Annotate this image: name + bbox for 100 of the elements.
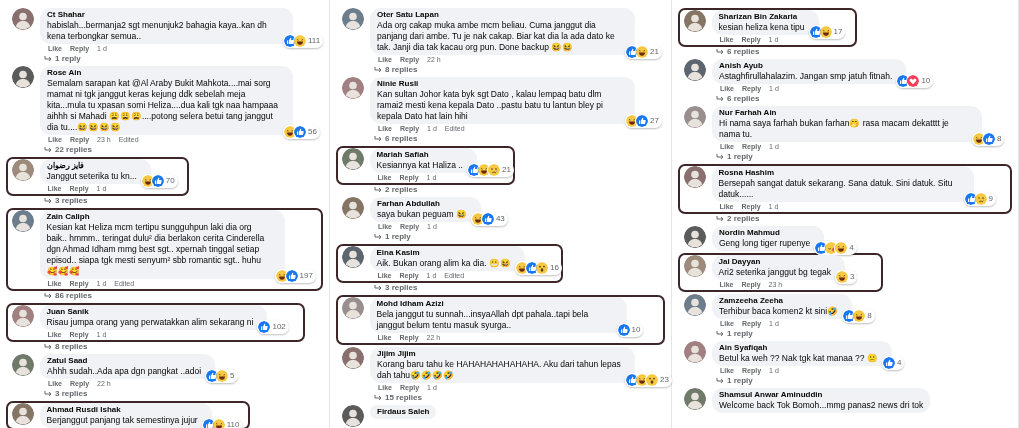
commenter-name[interactable]: Mariah Safiah	[376, 150, 463, 160]
avatar-icon[interactable]	[11, 159, 34, 181]
reaction-summary[interactable]: 102	[257, 320, 289, 334]
commenter-name[interactable]: Firdaus Saleh	[377, 407, 430, 417]
reaction-summary[interactable]: 10	[616, 323, 644, 337]
reaction-summary[interactable]: 9	[963, 192, 996, 206]
commenter-name[interactable]: فايز رضوان	[46, 161, 137, 171]
reaction-summary[interactable]: 4	[814, 241, 857, 255]
reaction-summary[interactable]: 197	[274, 269, 316, 283]
view-replies-link[interactable]: 1 reply	[342, 232, 411, 242]
avatar-icon[interactable]	[341, 297, 364, 319]
avatar-icon[interactable]	[11, 210, 34, 232]
view-replies-link[interactable]: 3 replies	[12, 196, 88, 206]
commenter-name[interactable]: Sharizan Bin Zakaria	[718, 12, 805, 22]
avatar-icon[interactable]	[342, 197, 364, 219]
view-replies-link[interactable]: 1 reply	[684, 329, 753, 339]
commenter-name[interactable]: Ain Syafiqah	[719, 343, 878, 353]
avatar-icon[interactable]	[12, 354, 34, 376]
reaction-summary[interactable]: 110	[201, 418, 243, 428]
comment-text: Ada org cakap muka ambe mcm beliau. Cuma janggut dia panjang dari ambe. Tu je nak cakap. Biar kat dia la ada dato ke tak. Janji dia tak kacau org pun. Done backup 😆😆	[377, 20, 616, 53]
commenter-name[interactable]: Ninie Rusli	[377, 79, 621, 89]
reaction-summary[interactable]: 16	[514, 261, 562, 275]
commenter-name[interactable]: Jijim Jijim	[377, 349, 621, 359]
commenter-name[interactable]: Anish Ayub	[719, 61, 893, 71]
like-reaction-icon	[983, 133, 995, 145]
view-replies-link[interactable]: 1 reply	[684, 152, 753, 162]
view-replies-link[interactable]: 15 replies	[342, 393, 422, 403]
avatar-icon[interactable]	[684, 294, 706, 316]
reaction-summary[interactable]: 4	[881, 356, 905, 370]
avatar-icon[interactable]	[12, 66, 34, 88]
avatar-icon[interactable]	[11, 403, 34, 425]
avatar-icon[interactable]	[684, 341, 706, 363]
avatar-icon[interactable]	[684, 59, 706, 81]
commenter-name[interactable]: Zatul Saad	[47, 356, 202, 366]
commenter-name[interactable]: Jai Dayyan	[718, 257, 831, 267]
view-replies-link[interactable]: 8 replies	[12, 342, 88, 352]
reaction-summary[interactable]: 43	[470, 212, 508, 226]
view-replies-link[interactable]: 22 replies	[12, 145, 92, 155]
commenter-name[interactable]: Rose Ain	[47, 68, 279, 78]
commenter-name[interactable]: Nur Farhah Ain	[719, 108, 968, 118]
reaction-summary[interactable]: 70	[140, 174, 178, 188]
commenter-name[interactable]: Rosna Hashim	[718, 168, 960, 178]
commenter-name[interactable]: Nordin Mahmud	[719, 228, 811, 238]
comment-text: Semalam sarapan kat @Al Araby Bukit Mahkota....mai sorg mamat ni tgk janggut keras kejung ddk sebelah meja kita...mula tu xpasan somi Heliza....dua kali tgk naa hampaaa aihhh si Mahadi 😩😩😩....potong selera betui tang janggut dia tu....😆😆😆😆	[47, 78, 279, 133]
commenter-name[interactable]: Eina Kasim	[376, 248, 511, 258]
view-replies-link[interactable]: 2 replies	[684, 214, 760, 224]
view-replies-link[interactable]: 8 replies	[342, 65, 418, 75]
like-reaction-icon	[809, 26, 822, 38]
view-replies-link[interactable]: 6 replies	[684, 94, 760, 104]
avatar-icon[interactable]	[683, 166, 706, 188]
comment-text: Berjanggut panjang tak semestinya jujur	[46, 415, 198, 426]
reaction-summary[interactable]: 23	[625, 373, 672, 387]
view-replies-link[interactable]: 2 replies	[342, 185, 418, 195]
like-reaction-icon	[626, 46, 638, 58]
view-replies-link[interactable]: 1 reply	[12, 54, 81, 64]
commenter-name[interactable]: Ct Shahar	[47, 10, 279, 20]
avatar-icon[interactable]	[683, 10, 706, 32]
laughing-face-icon	[216, 370, 229, 382]
commenter-name[interactable]: Zain Caliph	[46, 212, 271, 222]
view-replies-link[interactable]: 3 replies	[342, 283, 418, 293]
comment-text: Kesiannya kat Haliza ..	[376, 160, 463, 171]
commenter-name[interactable]: Farhan Abdullah	[377, 199, 467, 209]
avatar-icon[interactable]	[342, 8, 364, 30]
view-replies-link[interactable]: 1 reply	[684, 376, 753, 386]
reply-arrow-icon	[374, 285, 382, 291]
reaction-summary[interactable]: 111	[283, 34, 324, 48]
comment-text: Geng long tiger rupenye	[719, 238, 811, 249]
avatar-icon[interactable]	[683, 255, 706, 277]
reaction-summary[interactable]: 21	[466, 163, 514, 177]
avatar-icon[interactable]	[342, 347, 364, 369]
reaction-summary[interactable]: 17	[808, 25, 846, 39]
reaction-summary[interactable]: 21	[625, 45, 662, 59]
commenter-name[interactable]: Shamsul Anwar Aminuddin	[719, 390, 924, 400]
view-replies-link[interactable]: 86 replies	[12, 291, 92, 301]
commenter-name[interactable]: Zamzeeha Zeeha	[719, 296, 839, 306]
view-replies-link[interactable]: 6 replies	[684, 47, 760, 57]
avatar-icon[interactable]	[11, 305, 34, 327]
view-replies-link[interactable]: 3 replies	[12, 389, 88, 399]
commenter-name[interactable]: Juan Sanik	[46, 307, 254, 317]
reaction-summary[interactable]: 27	[625, 114, 662, 128]
avatar-icon[interactable]	[341, 148, 364, 170]
avatar-icon[interactable]	[684, 226, 706, 248]
view-replies-link[interactable]: 6 replies	[342, 134, 418, 144]
reaction-summary[interactable]: 5	[205, 369, 238, 383]
avatar-icon[interactable]	[342, 405, 364, 427]
reaction-summary[interactable]: 8	[842, 309, 875, 323]
reaction-summary[interactable]: 3	[834, 270, 858, 284]
reaction-summary[interactable]: 10	[896, 74, 934, 88]
avatar-icon[interactable]	[12, 8, 34, 30]
commenter-name[interactable]: Oter Satu Lapan	[377, 10, 621, 20]
like-reaction-icon	[151, 175, 164, 187]
reaction-summary[interactable]: 8	[972, 132, 1005, 146]
avatar-icon[interactable]	[684, 106, 706, 128]
avatar-icon[interactable]	[341, 246, 364, 268]
commenter-name[interactable]: Mohd Idham Azizi	[376, 299, 613, 309]
commenter-name[interactable]: Ahmad Rusdi Ishak	[46, 405, 198, 415]
avatar-icon[interactable]	[342, 77, 364, 99]
avatar-icon[interactable]	[684, 388, 706, 410]
reaction-summary[interactable]: 56	[283, 125, 320, 139]
reply-arrow-icon	[374, 67, 382, 73]
